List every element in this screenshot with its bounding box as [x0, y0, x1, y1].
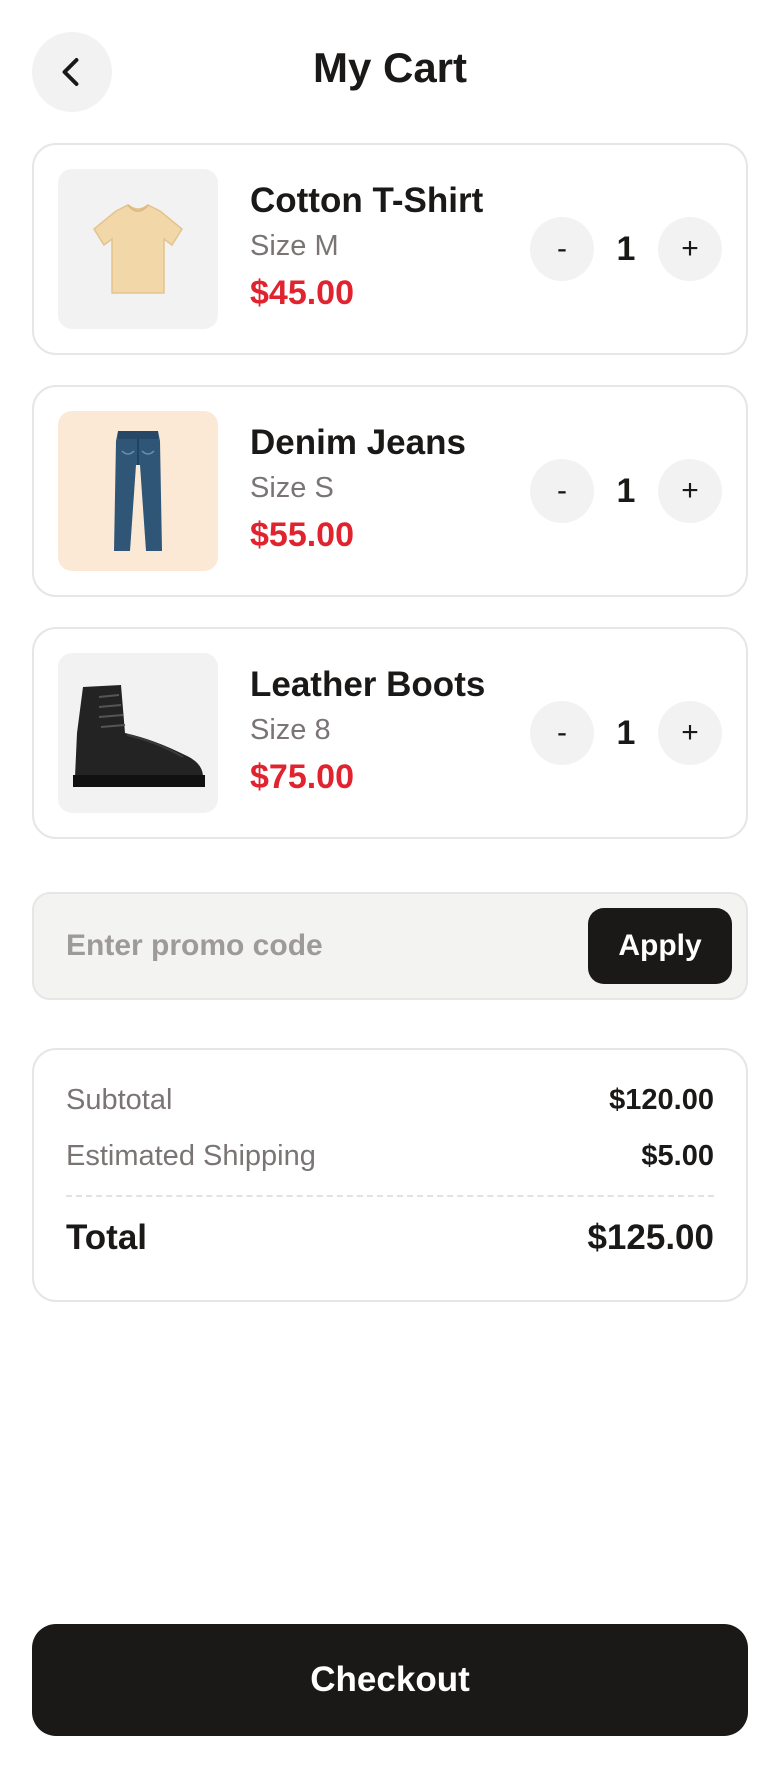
- quantity-stepper: - 1 +: [530, 459, 722, 523]
- quantity-stepper: - 1 +: [530, 701, 722, 765]
- header: My Cart: [0, 0, 780, 140]
- promo-code-input[interactable]: [66, 918, 566, 974]
- total-value: $125.00: [587, 1218, 714, 1257]
- cart-item-card: Cotton T-Shirt Size M $45.00 - 1 +: [32, 143, 748, 355]
- shipping-row: Estimated Shipping $5.00: [66, 1140, 714, 1173]
- t-shirt-image: [58, 169, 218, 329]
- shipping-label: Estimated Shipping: [66, 1140, 316, 1172]
- item-size: Size M: [250, 230, 339, 262]
- item-size: Size S: [250, 472, 334, 504]
- item-info: Cotton T-Shirt Size M $45.00: [250, 181, 483, 313]
- quantity-value: 1: [616, 713, 636, 752]
- subtotal-value: $120.00: [609, 1084, 714, 1116]
- quantity-value: 1: [616, 471, 636, 510]
- quantity-value: 1: [616, 229, 636, 268]
- jeans-image: [58, 411, 218, 571]
- item-name: Cotton T-Shirt: [250, 181, 484, 220]
- promo-code-box: Apply: [32, 892, 748, 1000]
- summary-divider: [66, 1195, 714, 1197]
- cart-item-card: Leather Boots Size 8 $75.00 - 1 +: [32, 627, 748, 839]
- order-summary: Subtotal $120.00 Estimated Shipping $5.0…: [32, 1048, 748, 1302]
- subtotal-row: Subtotal $120.00: [66, 1084, 714, 1117]
- item-name: Denim Jeans: [250, 423, 466, 462]
- item-info: Leather Boots Size 8 $75.00: [250, 665, 485, 797]
- decrement-button[interactable]: -: [530, 217, 594, 281]
- quantity-stepper: - 1 +: [530, 217, 722, 281]
- item-name: Leather Boots: [250, 665, 486, 704]
- subtotal-label: Subtotal: [66, 1084, 173, 1116]
- decrement-button[interactable]: -: [530, 701, 594, 765]
- boot-image: [58, 653, 218, 813]
- checkout-button[interactable]: Checkout: [32, 1624, 748, 1736]
- total-label: Total: [66, 1218, 148, 1257]
- shipping-value: $5.00: [641, 1140, 714, 1172]
- page-title: My Cart: [312, 44, 468, 91]
- item-price: $75.00: [250, 758, 354, 796]
- total-row: Total $125.00: [66, 1218, 714, 1258]
- item-price: $45.00: [250, 274, 354, 312]
- decrement-button[interactable]: -: [530, 459, 594, 523]
- item-info: Denim Jeans Size S $55.00: [250, 423, 466, 555]
- increment-button[interactable]: +: [658, 459, 722, 523]
- apply-button[interactable]: Apply: [588, 908, 732, 984]
- increment-button[interactable]: +: [658, 217, 722, 281]
- increment-button[interactable]: +: [658, 701, 722, 765]
- item-price: $55.00: [250, 516, 354, 554]
- item-size: Size 8: [250, 714, 331, 746]
- cart-item-card: Denim Jeans Size S $55.00 - 1 +: [32, 385, 748, 597]
